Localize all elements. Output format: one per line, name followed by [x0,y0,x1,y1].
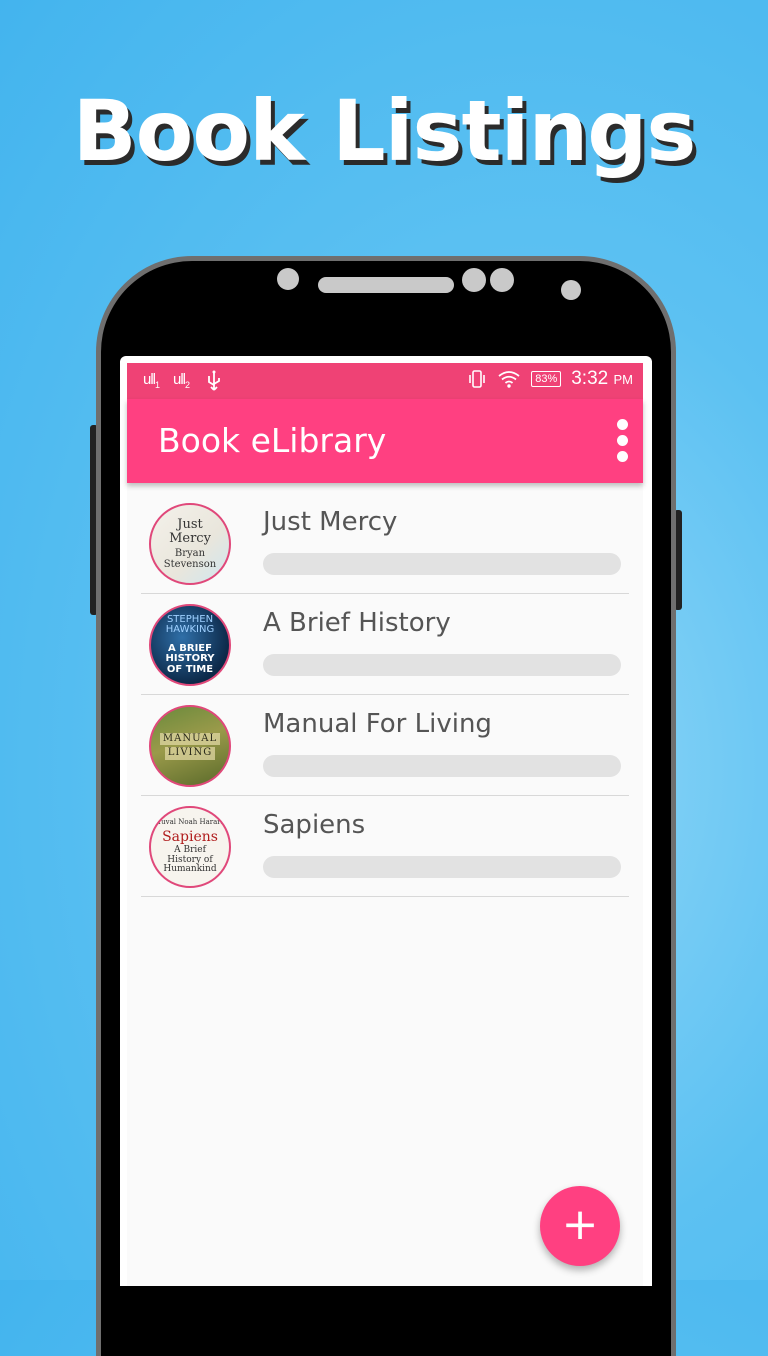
app-title: Book eLibrary [158,421,387,460]
book-cover-manual-for-living: MANUAL LIVING [149,705,231,787]
book-cover-sapiens: Yuval Noah Harari Sapiens A Brief Histor… [149,806,231,888]
phone-speaker [318,277,454,293]
book-title: Manual For Living [263,709,492,739]
promo-headline: Book Listings [72,82,697,180]
book-list: Just Mercy Bryan Stevenson Just Mercy ST… [141,493,629,897]
signal-icon: ull2 [173,371,190,390]
reading-progress-bar [263,856,621,878]
signal-icon: ull1 [143,371,160,390]
reading-progress-bar [263,654,621,676]
phone-sensor-dot [561,280,581,300]
book-title: Just Mercy [263,507,398,537]
usb-icon [208,370,220,391]
phone-camera-dot [490,268,514,292]
reading-progress-bar [263,755,621,777]
app-window: ull1 ull2 83% 3:32 PM Book eLibrary Just… [127,363,643,1286]
battery-indicator: 83% [531,371,562,387]
vibrate-icon [469,370,486,388]
add-icon: + [561,1199,599,1250]
add-book-button[interactable]: + [540,1186,620,1266]
book-cover-just-mercy: Just Mercy Bryan Stevenson [149,503,231,585]
list-item[interactable]: MANUAL LIVING Manual For Living [141,695,629,796]
app-toolbar: Book eLibrary [127,399,643,483]
book-title: Sapiens [263,810,366,840]
phone-camera-dot [462,268,486,292]
list-item[interactable]: Yuval Noah Harari Sapiens A Brief Histor… [141,796,629,897]
status-bar: ull1 ull2 83% 3:32 PM [127,363,643,399]
book-title: A Brief History [263,608,451,638]
reading-progress-bar [263,553,621,575]
clock: 3:32 PM [571,368,633,389]
list-item[interactable]: STEPHEN HAWKING A BRIEF HISTORY OF TIME … [141,594,629,695]
book-cover-a-brief-history: STEPHEN HAWKING A BRIEF HISTORY OF TIME [149,604,231,686]
phone-screen: ull1 ull2 83% 3:32 PM Book eLibrary Just… [120,356,652,1286]
status-right: 83% 3:32 PM [467,368,633,390]
more-vert-icon[interactable] [615,419,629,465]
wifi-icon [498,371,520,388]
phone-sensor-dot [277,268,299,290]
list-item[interactable]: Just Mercy Bryan Stevenson Just Mercy [141,493,629,594]
